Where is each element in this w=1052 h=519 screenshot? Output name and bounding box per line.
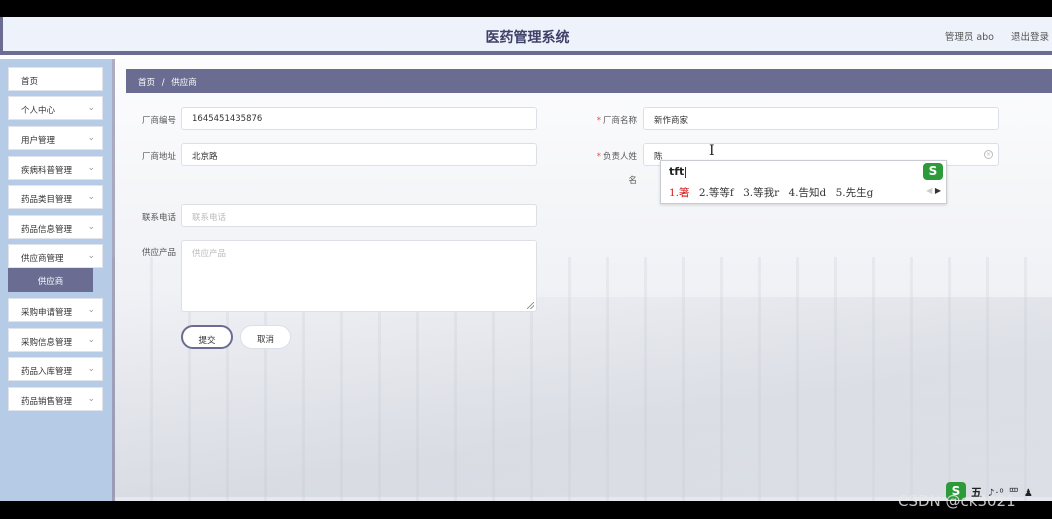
resize-handle-icon[interactable]	[527, 302, 534, 309]
sidebar-item-label: 采购申请管理	[21, 308, 73, 318]
ime-candidate[interactable]: 3.等我r	[743, 187, 779, 199]
chevron-down-icon: ⌄	[87, 305, 95, 315]
sidebar-item-drug-category[interactable]: 药品类目管理 ⌄	[8, 185, 103, 209]
sidebar-item-label: 用户管理	[21, 136, 56, 146]
sidebar-item-personal-center[interactable]: 个人中心 ⌄	[8, 96, 103, 120]
current-user-label: 管理员 abo	[944, 32, 994, 43]
chevron-down-icon: ⌄	[87, 394, 95, 404]
vendor-name-label: * 厂商名称	[596, 116, 637, 126]
chevron-down-icon: ⌄	[87, 103, 95, 113]
breadcrumb-home[interactable]: 首页	[138, 78, 155, 88]
cancel-button[interactable]: 取消	[240, 325, 291, 349]
sidebar-item-purchase-request[interactable]: 采购申请管理 ⌄	[8, 298, 103, 322]
products-placeholder: 供应产品	[192, 249, 227, 259]
phone-label: 联系电话	[141, 213, 176, 223]
logout-link[interactable]: 退出登录	[1011, 29, 1049, 43]
vendor-address-input[interactable]: 北京路	[181, 143, 537, 166]
app-title: 医药管理系统	[485, 30, 570, 46]
sidebar-item-label: 药品销售管理	[21, 397, 73, 407]
sidebar-item-home[interactable]: 首页	[8, 67, 103, 91]
chevron-down-icon: ⌄	[87, 364, 95, 374]
chevron-down-icon: ⌄	[87, 163, 95, 173]
ime-candidate-popup: tft S 1.箸 2.等等f 3.等我r 4.告知d 5.先生g ◀ ▶	[660, 160, 947, 204]
ime-page-arrows: ◀ ▶	[926, 186, 941, 195]
sidebar-item-label: 药品类目管理	[21, 195, 73, 205]
ime-candidate[interactable]: 5.先生g	[836, 187, 874, 199]
chevron-down-icon: ⌄	[87, 133, 95, 143]
ime-candidate[interactable]: 2.等等f	[699, 187, 734, 199]
breadcrumb: 首页 / 供应商	[126, 69, 1052, 93]
text-cursor-icon: Ⅰ	[709, 143, 715, 159]
vendor-code-input[interactable]: 1645451435876	[181, 107, 537, 130]
breadcrumb-current: 供应商	[171, 78, 197, 88]
sidebar-divider	[112, 59, 115, 501]
contact-person-label-wrap: 名	[628, 176, 637, 186]
ime-candidate[interactable]: 1.箸	[669, 187, 690, 199]
chevron-down-icon: ⌄	[87, 192, 95, 202]
chevron-down-icon: ⌄	[87, 222, 95, 232]
sidebar-item-disease-info[interactable]: 疾病科普管理 ⌄	[8, 156, 103, 180]
chevron-down-icon: ⌄	[87, 251, 95, 261]
products-textarea[interactable]: 供应产品	[181, 240, 537, 312]
ime-candidate[interactable]: 4.告知d	[789, 187, 827, 199]
ime-prev-icon[interactable]: ◀	[926, 186, 932, 195]
ime-next-icon[interactable]: ▶	[935, 186, 941, 195]
sidebar-item-label: 疾病科普管理	[21, 166, 73, 176]
contact-person-label: * 负责人姓	[596, 152, 637, 162]
breadcrumb-separator: /	[161, 78, 165, 88]
vendor-code-label: 厂商编号	[141, 116, 176, 126]
app-window: 医药管理系统 管理员 abo 退出登录 首页 个人中心 ⌄ 用户管理 ⌄ 疾病科…	[0, 17, 1052, 501]
sidebar-item-drug-stock-in[interactable]: 药品入库管理 ⌄	[8, 357, 103, 381]
sidebar-item-label: 个人中心	[21, 106, 56, 116]
vendor-address-label: 厂商地址	[141, 152, 176, 162]
sidebar-item-supplier-management[interactable]: 供应商管理 ⌄	[8, 244, 103, 268]
sidebar-item-drug-info[interactable]: 药品信息管理 ⌄	[8, 215, 103, 239]
sidebar-item-label: 药品入库管理	[21, 367, 73, 377]
vendor-name-input[interactable]: 新作商家	[643, 107, 999, 130]
clear-input-icon[interactable]: ×	[984, 150, 993, 159]
sidebar-item-label: 供应商管理	[21, 254, 64, 264]
ime-logo-icon: S	[923, 163, 943, 180]
ime-composition: tft	[669, 165, 687, 178]
ime-candidate-list: 1.箸 2.等等f 3.等我r 4.告知d 5.先生g	[669, 185, 879, 200]
required-mark: *	[596, 116, 601, 126]
sidebar-item-purchase-info[interactable]: 采购信息管理 ⌄	[8, 328, 103, 352]
sidebar-item-label: 药品信息管理	[21, 225, 73, 235]
sidebar-item-label: 采购信息管理	[21, 338, 73, 348]
sidebar-item-label: 首页	[21, 77, 39, 87]
sidebar-subitem-supplier[interactable]: 供应商	[8, 268, 93, 292]
watermark: CSDN @ck3021	[898, 492, 1016, 510]
submit-button[interactable]: 提交	[181, 325, 233, 349]
phone-input[interactable]: 联系电话	[181, 204, 537, 227]
products-label: 供应产品	[141, 248, 176, 258]
required-mark: *	[596, 152, 601, 162]
sidebar-item-user-management[interactable]: 用户管理 ⌄	[8, 126, 103, 150]
chevron-down-icon: ⌄	[87, 335, 95, 345]
top-header: 医药管理系统 管理员 abo 退出登录	[0, 17, 1052, 55]
sidebar-item-drug-sales[interactable]: 药品销售管理 ⌄	[8, 387, 103, 411]
